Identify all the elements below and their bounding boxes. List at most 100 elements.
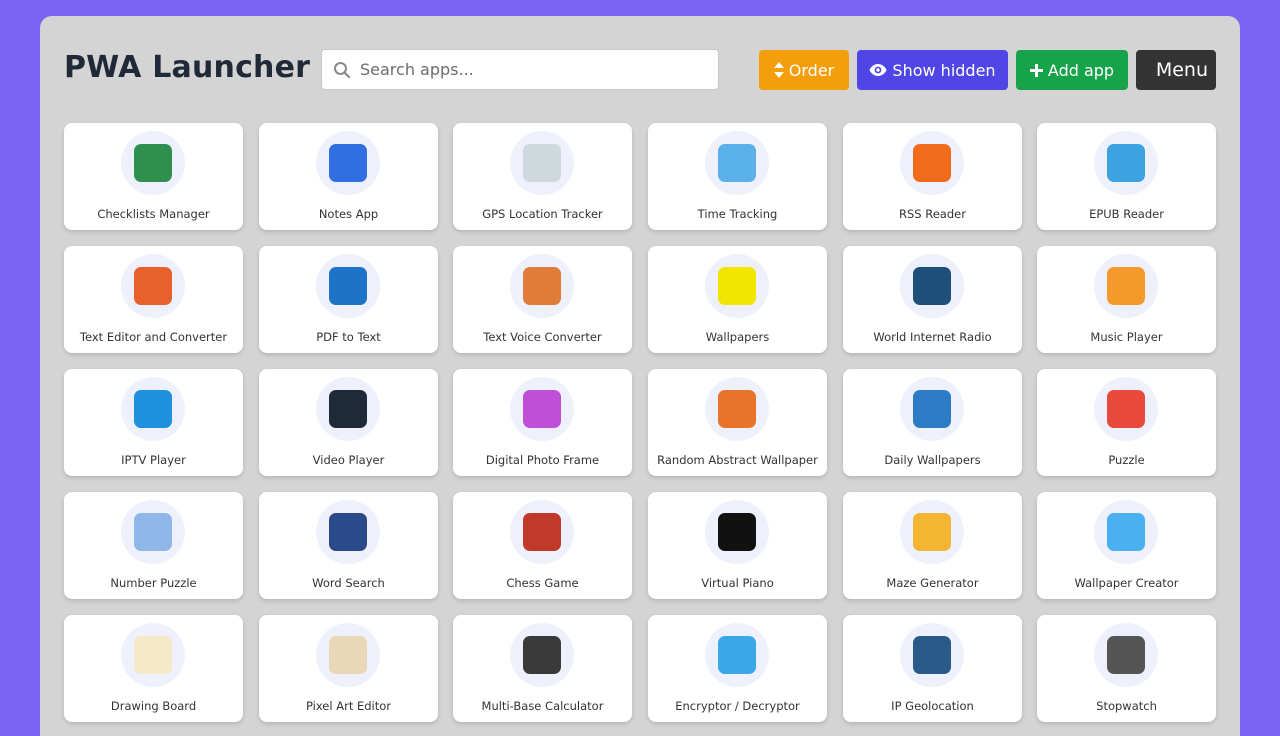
app-card[interactable]: Chess Game xyxy=(453,492,632,599)
pixel-brush-icon xyxy=(329,636,367,674)
app-card[interactable]: Notes App xyxy=(259,123,438,230)
app-label: Word Search xyxy=(312,576,385,590)
calendar-clock-icon xyxy=(718,144,756,182)
app-label: Daily Wallpapers xyxy=(884,453,981,467)
app-label: Music Player xyxy=(1090,330,1163,344)
app-label: Drawing Board xyxy=(110,699,197,713)
page-title: PWA Launcher xyxy=(64,50,311,85)
search-icon xyxy=(334,62,351,79)
app-card[interactable]: Pixel Art Editor xyxy=(259,615,438,722)
globe-icon xyxy=(913,267,951,305)
app-icon-container xyxy=(510,500,574,564)
search-input[interactable] xyxy=(360,50,712,89)
app-icon-container xyxy=(705,500,769,564)
app-card[interactable]: Random Abstract Wallpaper xyxy=(648,369,827,476)
books-epub-icon xyxy=(1107,144,1145,182)
app-icon-container xyxy=(121,377,185,441)
app-label: Wallpapers xyxy=(705,330,770,344)
app-card[interactable]: Digital Photo Frame xyxy=(453,369,632,476)
wallpaper-text-icon xyxy=(718,267,756,305)
app-label: RSS Reader xyxy=(899,207,966,221)
paint-brush-icon xyxy=(1107,513,1145,551)
document-text-icon xyxy=(134,267,172,305)
app-card[interactable]: IPTV Player xyxy=(64,369,243,476)
padlock-icon xyxy=(718,636,756,674)
app-card[interactable]: Number Puzzle xyxy=(64,492,243,599)
eye-icon xyxy=(869,64,887,76)
app-icon-container xyxy=(900,623,964,687)
app-card[interactable]: Word Search xyxy=(259,492,438,599)
app-card[interactable]: Stopwatch xyxy=(1037,615,1216,722)
app-card[interactable]: Music Player xyxy=(1037,246,1216,353)
app-icon-container xyxy=(1094,500,1158,564)
app-icon-container xyxy=(1094,254,1158,318)
app-card[interactable]: Encryptor / Decryptor xyxy=(648,615,827,722)
note-pencil-icon xyxy=(329,144,367,182)
microphone-chat-icon xyxy=(523,267,561,305)
rss-feed-icon xyxy=(913,144,951,182)
app-label: Encryptor / Decryptor xyxy=(675,699,800,713)
app-icon-container xyxy=(705,254,769,318)
app-label: Pixel Art Editor xyxy=(305,699,392,713)
app-card[interactable]: Maze Generator xyxy=(843,492,1022,599)
app-icon-container xyxy=(316,377,380,441)
app-card[interactable]: RSS Reader xyxy=(843,123,1022,230)
app-card[interactable]: Video Player xyxy=(259,369,438,476)
app-icon-container xyxy=(510,254,574,318)
location-target-icon xyxy=(523,144,561,182)
film-play-icon xyxy=(329,390,367,428)
app-card[interactable]: IP Geolocation xyxy=(843,615,1022,722)
landscape-wallpaper-icon xyxy=(913,390,951,428)
app-label: Text Voice Converter xyxy=(483,330,602,344)
app-icon-container xyxy=(510,131,574,195)
app-label: Virtual Piano xyxy=(701,576,774,590)
app-label: Random Abstract Wallpaper xyxy=(657,453,818,467)
app-card[interactable]: EPUB Reader xyxy=(1037,123,1216,230)
header: PWA Launcher Order Show hidden xyxy=(40,16,1240,124)
pencil-board-icon xyxy=(134,636,172,674)
app-card[interactable]: Wallpapers xyxy=(648,246,827,353)
app-icon-container xyxy=(1094,131,1158,195)
app-card[interactable]: Virtual Piano xyxy=(648,492,827,599)
app-icon-container xyxy=(900,500,964,564)
app-label: Text Editor and Converter xyxy=(79,330,228,344)
add-app-button[interactable]: Add app xyxy=(1016,50,1128,90)
menu-button-label: Menu xyxy=(1155,59,1208,81)
app-card[interactable]: Wallpaper Creator xyxy=(1037,492,1216,599)
calculator-icon xyxy=(523,636,561,674)
app-label: PDF to Text xyxy=(316,330,381,344)
music-note-play-icon xyxy=(1107,267,1145,305)
app-icon-container xyxy=(316,131,380,195)
app-card[interactable]: Multi-Base Calculator xyxy=(453,615,632,722)
app-label: IPTV Player xyxy=(121,453,186,467)
app-icon-container xyxy=(121,131,185,195)
add-app-button-label: Add app xyxy=(1047,60,1115,80)
app-icon-container xyxy=(510,377,574,441)
magnifier-letters-icon xyxy=(329,513,367,551)
geolocation-pin-icon xyxy=(913,636,951,674)
menu-button[interactable]: Menu xyxy=(1136,50,1216,90)
app-label: Maze Generator xyxy=(886,576,979,590)
app-card[interactable]: Time Tracking xyxy=(648,123,827,230)
app-card[interactable]: Text Editor and Converter xyxy=(64,246,243,353)
app-icon-container xyxy=(316,623,380,687)
maze-icon xyxy=(913,513,951,551)
app-label: EPUB Reader xyxy=(1089,207,1164,221)
show-hidden-button[interactable]: Show hidden xyxy=(857,50,1008,90)
app-label: Puzzle xyxy=(1108,453,1145,467)
app-card[interactable]: Checklists Manager xyxy=(64,123,243,230)
number-grid-icon xyxy=(134,513,172,551)
order-button[interactable]: Order xyxy=(759,50,849,90)
app-card[interactable]: PDF to Text xyxy=(259,246,438,353)
app-card[interactable]: Text Voice Converter xyxy=(453,246,632,353)
app-label: IP Geolocation xyxy=(891,699,974,713)
app-card[interactable]: Puzzle xyxy=(1037,369,1216,476)
app-card[interactable]: Daily Wallpapers xyxy=(843,369,1022,476)
app-card[interactable]: GPS Location Tracker xyxy=(453,123,632,230)
search-box[interactable] xyxy=(321,49,719,90)
app-icon-container xyxy=(316,254,380,318)
app-icon-container xyxy=(705,377,769,441)
app-card[interactable]: Drawing Board xyxy=(64,615,243,722)
plus-icon xyxy=(1029,63,1043,77)
app-card[interactable]: World Internet Radio xyxy=(843,246,1022,353)
